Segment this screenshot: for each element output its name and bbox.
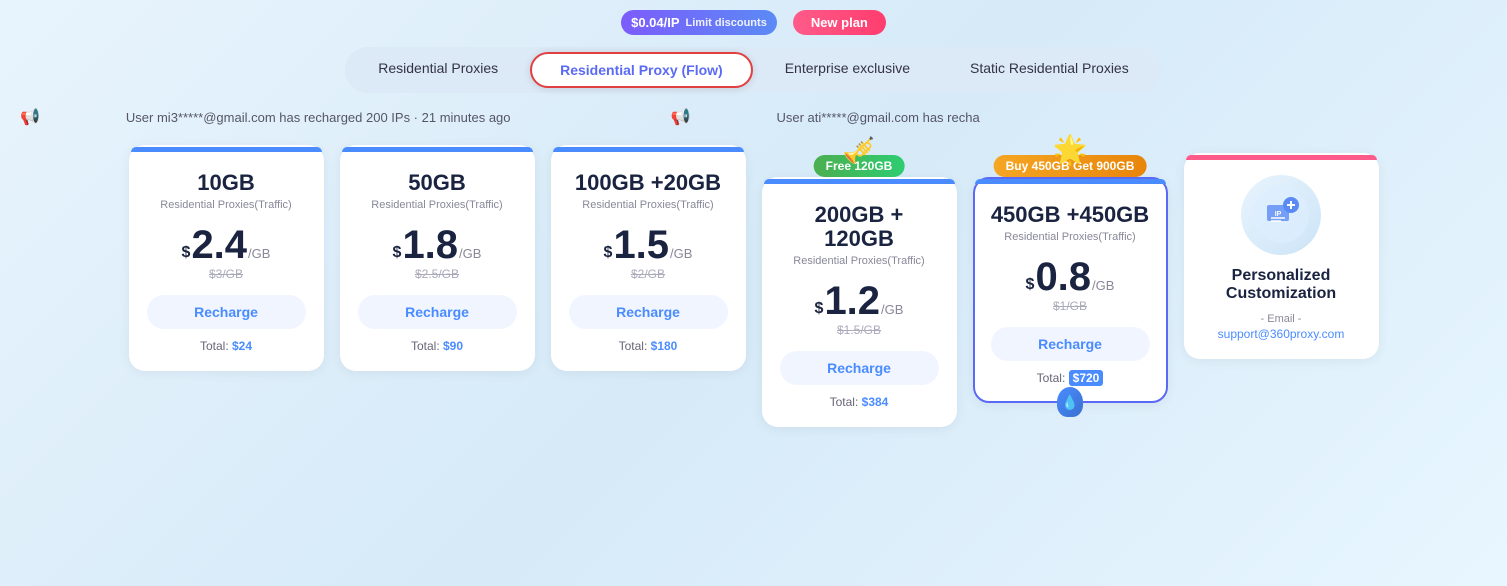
recharge-button[interactable]: Recharge <box>780 351 939 385</box>
card-total-value: $384 <box>862 395 889 409</box>
price-original: $2.5/GB <box>358 267 517 281</box>
price-main: 1.2 <box>824 281 880 321</box>
card-total-value: $90 <box>443 339 463 353</box>
card-price-row: $ 1.5 /GB <box>569 225 728 265</box>
recharge-button[interactable]: Recharge <box>358 295 517 329</box>
card-total-value: $24 <box>232 339 252 353</box>
card-total-value: $180 <box>651 339 678 353</box>
custom-icon: IP <box>1241 175 1321 255</box>
promo-icon: 🎺 <box>843 135 875 166</box>
card-price-row: $ 1.2 /GB <box>780 281 939 321</box>
price-dollar: $ <box>815 296 824 322</box>
price-main: 1.5 <box>613 225 669 265</box>
card-gb: 200GB + 120GB <box>780 203 939 251</box>
tab-flow[interactable]: Residential Proxy (Flow) <box>530 52 753 88</box>
card-gb: 10GB <box>147 171 306 195</box>
card-total: Total: $180 <box>569 339 728 353</box>
card-type: Residential Proxies(Traffic) <box>358 199 517 211</box>
plan-card-50gb: 50GB Residential Proxies(Traffic) $ 1.8 … <box>340 145 535 371</box>
page-wrapper: $0.04/IP Limit discounts New plan Reside… <box>0 0 1507 586</box>
card-type: Residential Proxies(Traffic) <box>780 255 939 267</box>
card-total-value: $720 <box>1069 370 1104 386</box>
custom-card: IP Personalized Customization - Email - … <box>1184 153 1379 359</box>
new-plan-badge: New plan <box>793 10 886 35</box>
price-badge: $0.04/IP Limit discounts <box>621 10 777 35</box>
card-gb: 450GB +450GB <box>991 203 1150 227</box>
price-unit: /GB <box>248 246 270 261</box>
custom-title: Personalized Customization <box>1226 267 1336 303</box>
price-dollar: $ <box>182 240 191 266</box>
price-original: $1/GB <box>991 299 1150 313</box>
tab-residential[interactable]: Residential Proxies <box>350 52 526 88</box>
price-unit: /GB <box>670 246 692 261</box>
price-dollar: $ <box>393 240 402 266</box>
card-price-row: $ 2.4 /GB <box>147 225 306 265</box>
tab-navigation: Residential Proxies Residential Proxy (F… <box>345 47 1161 93</box>
price-main: 1.8 <box>402 225 458 265</box>
card-price-row: $ 0.8 /GB <box>991 257 1150 297</box>
price-value: $0.04/IP <box>631 15 679 30</box>
promo-icon: 🌟 <box>1053 133 1088 166</box>
card-gb: 100GB +20GB <box>569 171 728 195</box>
card-total: Total: $24 <box>147 339 306 353</box>
price-dollar: $ <box>1026 272 1035 298</box>
card-total: Total: $90 <box>358 339 517 353</box>
card-top-bar <box>131 147 322 152</box>
card-type: Residential Proxies(Traffic) <box>147 199 306 211</box>
price-main: 2.4 <box>191 225 247 265</box>
recharge-button[interactable]: Recharge <box>569 295 728 329</box>
plan-card-100gb: 100GB +20GB Residential Proxies(Traffic)… <box>551 145 746 371</box>
card-top-bar <box>553 147 744 152</box>
price-original: $3/GB <box>147 267 306 281</box>
card-top-bar <box>342 147 533 152</box>
plan-card-10gb: 10GB Residential Proxies(Traffic) $ 2.4 … <box>129 145 324 371</box>
card-total: Total: $720 <box>991 371 1150 385</box>
card-total: Total: $384 <box>780 395 939 409</box>
card-gb: 50GB <box>358 171 517 195</box>
price-original: $2/GB <box>569 267 728 281</box>
plan-card-450gb: Buy 450GB Get 900GB 🌟 450GB +450GB Resid… <box>973 177 1168 403</box>
speaker-icon: 📢 <box>20 107 40 127</box>
svg-text:IP: IP <box>1275 211 1282 218</box>
water-drop-indicator: 💧 <box>1057 387 1083 417</box>
recharge-button[interactable]: Recharge <box>147 295 306 329</box>
card-top-bar-pink <box>1186 155 1377 160</box>
speaker-icon-2: 📢 <box>671 107 691 127</box>
cards-container: 10GB Residential Proxies(Traffic) $ 2.4 … <box>20 145 1487 427</box>
marquee-text-2: User ati*****@gmail.com has recha <box>776 110 979 125</box>
card-top-bar <box>764 179 955 184</box>
custom-email[interactable]: support@360proxy.com <box>1218 327 1345 341</box>
marquee-text-1: User mi3*****@gmail.com has recharged 20… <box>126 110 511 125</box>
price-unit: /GB <box>459 246 481 261</box>
plan-card-200gb: Free 120GB 🎺 200GB + 120GB Residential P… <box>762 177 957 427</box>
price-unit: /GB <box>881 302 903 317</box>
price-main: 0.8 <box>1035 257 1091 297</box>
tab-enterprise[interactable]: Enterprise exclusive <box>757 52 938 88</box>
marquee-bar: 📢 User mi3*****@gmail.com has recharged … <box>20 107 1487 127</box>
custom-email-label: - Email - <box>1261 313 1302 325</box>
card-type: Residential Proxies(Traffic) <box>991 231 1150 243</box>
price-original: $1.5/GB <box>780 323 939 337</box>
card-price-row: $ 1.8 /GB <box>358 225 517 265</box>
recharge-button[interactable]: Recharge <box>991 327 1150 361</box>
tab-static[interactable]: Static Residential Proxies <box>942 52 1157 88</box>
customization-icon-svg: IP <box>1251 185 1311 245</box>
price-dollar: $ <box>604 240 613 266</box>
card-type: Residential Proxies(Traffic) <box>569 199 728 211</box>
badge-row: $0.04/IP Limit discounts New plan <box>20 10 1487 35</box>
limit-text: Limit discounts <box>686 17 767 29</box>
card-top-bar <box>975 179 1166 184</box>
price-unit: /GB <box>1092 278 1114 293</box>
